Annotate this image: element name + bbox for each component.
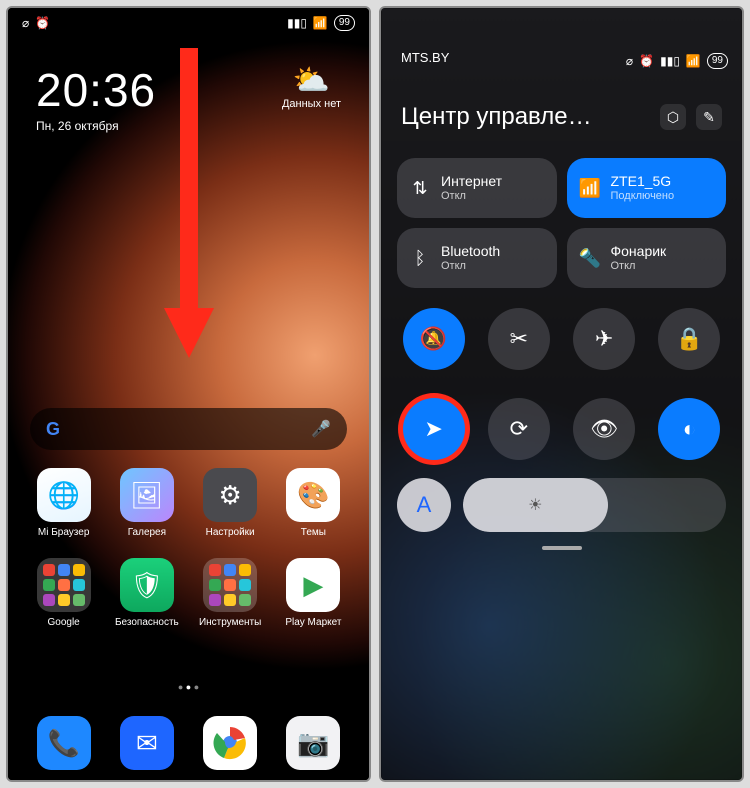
control-center-title: Центр управле… bbox=[401, 103, 650, 131]
auto-brightness-toggle[interactable]: A bbox=[397, 478, 451, 532]
edit-icon[interactable]: ✎ bbox=[696, 104, 722, 130]
signal-icon: ▮▮▯ bbox=[287, 16, 307, 30]
toggle-row: ➤ ⟳ 👁 ◐ bbox=[397, 398, 726, 460]
clock-widget[interactable]: 20:36 Пн, 26 октября bbox=[36, 63, 156, 133]
brightness-row: A ☀ bbox=[397, 478, 726, 532]
app-settings[interactable]: ⚙ Настройки bbox=[193, 468, 267, 538]
app-security[interactable]: 🛡 Безопасность bbox=[110, 558, 184, 628]
app-label: Google bbox=[27, 617, 101, 628]
dock-messages[interactable]: ✉ bbox=[120, 716, 174, 770]
app-label: Настройки bbox=[193, 527, 267, 538]
gallery-icon: 🖼 bbox=[120, 468, 174, 522]
toggle-eye-comfort[interactable]: 👁 bbox=[573, 398, 635, 460]
wifi-icon: 📶 bbox=[686, 54, 701, 68]
tile-bluetooth[interactable]: ᛒ BluetoothОткл bbox=[397, 228, 557, 288]
toggle-airplane[interactable]: ✈ bbox=[573, 308, 635, 370]
dock-chrome[interactable] bbox=[203, 716, 257, 770]
mic-icon[interactable]: 🎤 bbox=[311, 419, 331, 439]
app-row: Google 🛡 Безопасность Инструменты ▶ Play Марк… bbox=[8, 558, 369, 628]
brightness-slider[interactable]: ☀ bbox=[463, 478, 726, 532]
tools-folder-icon bbox=[203, 558, 257, 612]
battery-indicator: 99 bbox=[334, 15, 355, 31]
brightness-fill: ☀ bbox=[463, 478, 608, 532]
page-indicator: ● ● ● bbox=[8, 682, 369, 692]
control-center: MTS.BY ⌀ ⏰ ▮▮▯ 📶 99 Центр управле… ⬡ ✎ ⇅… bbox=[379, 6, 744, 782]
app-themes[interactable]: 🎨 Темы bbox=[276, 468, 350, 538]
status-bar: ⌀ ⏰ ▮▮▯ 📶 99 bbox=[381, 50, 742, 72]
tile-status: Откл bbox=[611, 260, 667, 272]
play-market-icon: ▶ bbox=[286, 558, 340, 612]
swipe-down-arrow-annotation bbox=[154, 38, 224, 368]
tile-label: Фонарик bbox=[611, 244, 667, 259]
app-google-folder[interactable]: Google bbox=[27, 558, 101, 628]
app-label: Инструменты bbox=[193, 617, 267, 628]
weather-icon: ⛅ bbox=[282, 63, 341, 98]
app-label: Mi Браузер bbox=[27, 527, 101, 538]
internet-icon: ⇅ bbox=[409, 178, 431, 199]
toggle-screenshot[interactable]: ✂ bbox=[488, 308, 550, 370]
toggle-dark-mode[interactable]: ◐ bbox=[658, 398, 720, 460]
home-screen: ⌀ ⏰ ▮▮▯ 📶 99 20:36 Пн, 26 октября ⛅ Данн… bbox=[6, 6, 371, 782]
themes-icon: 🎨 bbox=[286, 468, 340, 522]
dock-phone[interactable]: 📞 bbox=[37, 716, 91, 770]
tile-label: ZTE1_5G bbox=[611, 174, 675, 189]
wifi-icon: 📶 bbox=[313, 16, 328, 30]
tile-status: Откл bbox=[441, 190, 502, 202]
weather-label: Данных нет bbox=[282, 98, 341, 110]
battery-indicator: 99 bbox=[707, 53, 728, 69]
alarm-icon: ⏰ bbox=[35, 16, 50, 30]
bluetooth-icon: ᛒ bbox=[409, 248, 431, 269]
settings-icon: ⚙ bbox=[203, 468, 257, 522]
app-label: Play Маркет bbox=[276, 617, 350, 628]
app-label: Темы bbox=[276, 527, 350, 538]
toggle-location[interactable]: ➤ bbox=[403, 398, 465, 460]
app-gallery[interactable]: 🖼 Галерея bbox=[110, 468, 184, 538]
clock-date: Пн, 26 октября bbox=[36, 119, 156, 133]
google-folder-icon bbox=[37, 558, 91, 612]
mi-browser-icon: 🌐 bbox=[37, 468, 91, 522]
tile-label: Интернет bbox=[441, 174, 502, 189]
app-tools-folder[interactable]: Инструменты bbox=[193, 558, 267, 628]
app-label: Галерея bbox=[110, 527, 184, 538]
tile-flashlight[interactable]: 🔦 ФонарикОткл bbox=[567, 228, 727, 288]
drag-handle[interactable] bbox=[542, 546, 582, 550]
tile-label: Bluetooth bbox=[441, 244, 500, 259]
toggle-rotation-lock[interactable]: ⟳ bbox=[488, 398, 550, 460]
app-row: 🌐 Mi Браузер 🖼 Галерея ⚙ Настройки 🎨 Темы bbox=[8, 468, 369, 538]
alarm-icon: ⏰ bbox=[639, 54, 654, 68]
tile-status: Подключено bbox=[611, 190, 675, 202]
dock-camera[interactable]: 📷 bbox=[286, 716, 340, 770]
flashlight-icon: 🔦 bbox=[579, 248, 601, 269]
dnd-icon: ⌀ bbox=[22, 16, 29, 30]
clock-time: 20:36 bbox=[36, 63, 156, 117]
dock: 📞 ✉ 📷 bbox=[8, 716, 369, 770]
signal-icon: ▮▮▯ bbox=[660, 54, 680, 68]
google-logo-icon: G bbox=[46, 419, 60, 440]
toggle-row: 🔕 ✂ ✈ 🔒 bbox=[397, 308, 726, 370]
quick-tiles: ⇅ИнтернетОткл📶ZTE1_5GПодключеноᛒBluetoot… bbox=[397, 158, 726, 288]
weather-widget[interactable]: ⛅ Данных нет bbox=[282, 63, 341, 110]
app-mi-browser[interactable]: 🌐 Mi Браузер bbox=[27, 468, 101, 538]
wifi-icon: 📶 bbox=[579, 178, 601, 199]
toggle-lock[interactable]: 🔒 bbox=[658, 308, 720, 370]
app-play-market[interactable]: ▶ Play Маркет bbox=[276, 558, 350, 628]
tile-wifi[interactable]: 📶 ZTE1_5GПодключено bbox=[567, 158, 727, 218]
tile-internet[interactable]: ⇅ ИнтернетОткл bbox=[397, 158, 557, 218]
status-bar: ⌀ ⏰ ▮▮▯ 📶 99 bbox=[8, 12, 369, 34]
dnd-icon: ⌀ bbox=[626, 54, 633, 68]
tile-status: Откл bbox=[441, 260, 500, 272]
control-center-header: Центр управле… ⬡ ✎ bbox=[401, 103, 722, 131]
toggle-mute[interactable]: 🔕 bbox=[403, 308, 465, 370]
security-icon: 🛡 bbox=[120, 558, 174, 612]
settings-icon[interactable]: ⬡ bbox=[660, 104, 686, 130]
google-search-bar[interactable]: G 🎤 bbox=[30, 408, 347, 450]
app-label: Безопасность bbox=[110, 617, 184, 628]
